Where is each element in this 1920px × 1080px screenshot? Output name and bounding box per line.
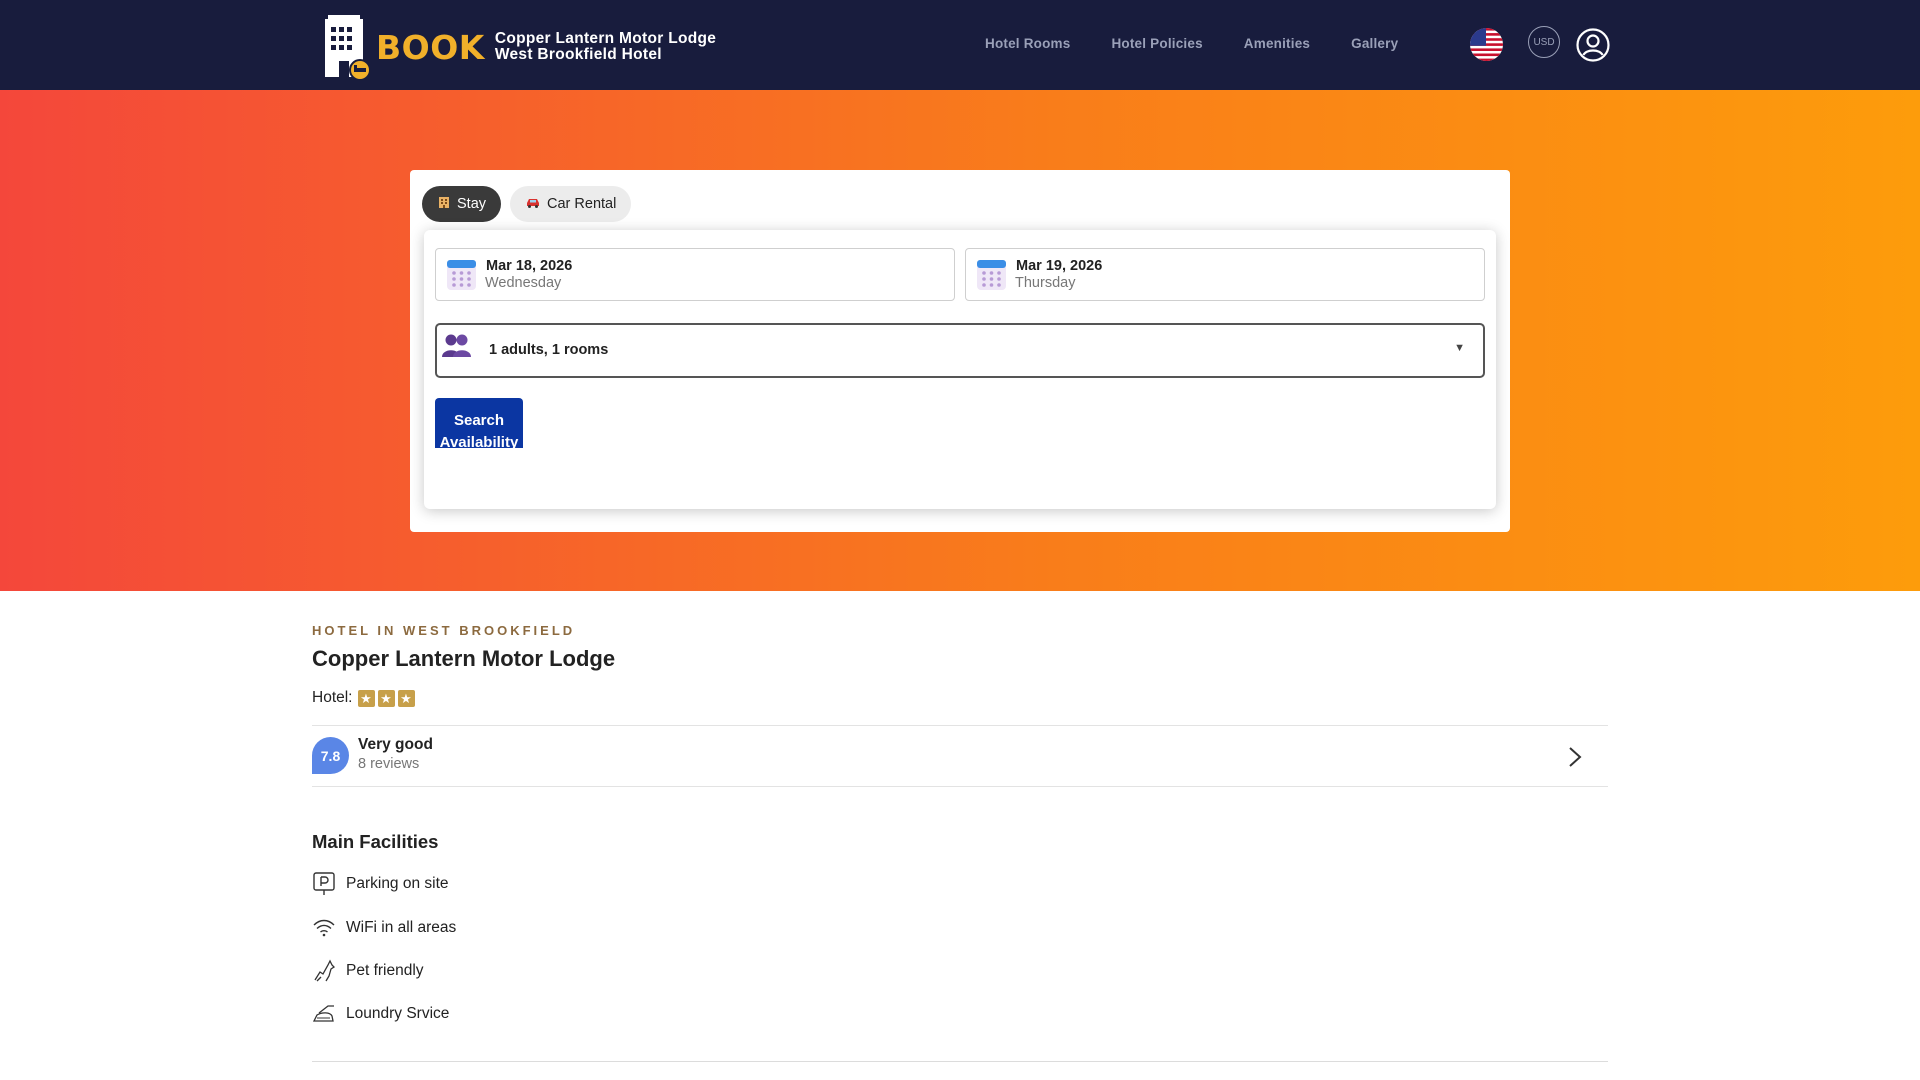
currency-selector[interactable]: USD bbox=[1528, 26, 1560, 58]
tab-stay-label: Stay bbox=[457, 196, 487, 212]
nav-hotel-rooms[interactable]: Hotel Rooms bbox=[985, 36, 1070, 51]
tab-stay[interactable]: Stay bbox=[422, 186, 502, 222]
user-account-icon[interactable] bbox=[1576, 28, 1610, 62]
facility-item: WiFi in all areas bbox=[312, 916, 456, 940]
facility-label: Loundry Srvice bbox=[346, 1005, 450, 1022]
facilities-title: Main Facilities bbox=[312, 831, 439, 852]
facility-label: WiFi in all areas bbox=[346, 919, 457, 936]
pet-icon bbox=[312, 959, 336, 983]
hotel-title: Copper Lantern Motor Lodge bbox=[312, 646, 616, 671]
search-button-line1: Search bbox=[453, 412, 505, 429]
section-divider bbox=[312, 1061, 1608, 1062]
wifi-icon bbox=[312, 916, 336, 940]
header-hotel-name: Copper Lantern Motor Lodge bbox=[494, 30, 717, 47]
review-count: 8 reviews bbox=[358, 756, 420, 772]
search-card: Stay Car Rental Mar 18, 2026 Wednesday M… bbox=[410, 170, 1510, 532]
nav-gallery[interactable]: Gallery bbox=[1351, 36, 1398, 51]
site-header: BOOK Copper Lantern Motor Lodge West Bro… bbox=[0, 0, 1920, 90]
checkout-date: Mar 19, 2026 bbox=[1016, 258, 1103, 274]
review-score-badge: 7.8 bbox=[312, 737, 349, 774]
checkin-weekday: Wednesday bbox=[485, 275, 562, 291]
stars-label: Hotel: bbox=[312, 689, 353, 706]
checkout-weekday: Thursday bbox=[1015, 275, 1076, 291]
header-hotel-subtitle: West Brookfield Hotel bbox=[494, 46, 662, 63]
facility-item: Loundry Srvice bbox=[312, 1002, 449, 1026]
us-flag-icon[interactable] bbox=[1470, 28, 1503, 61]
star-icon: ★ bbox=[377, 689, 395, 707]
brand-hotel-text: Copper Lantern Motor Lodge West Brookfie… bbox=[495, 31, 716, 63]
tab-car-rental[interactable]: Car Rental bbox=[510, 186, 632, 222]
nav-amenities[interactable]: Amenities bbox=[1244, 36, 1310, 51]
main-nav: Hotel Rooms Hotel Policies Amenities Gal… bbox=[985, 36, 1398, 51]
chevron-down-icon: ▼ bbox=[1454, 342, 1465, 354]
calendar-icon bbox=[976, 258, 1007, 291]
facility-label: Pet friendly bbox=[346, 962, 424, 979]
checkin-date: Mar 18, 2026 bbox=[486, 258, 573, 274]
search-button-line2: Availability bbox=[439, 434, 519, 448]
car-icon bbox=[525, 196, 541, 212]
facility-item: Parking on site bbox=[312, 872, 449, 896]
search-tabs: Stay Car Rental bbox=[422, 186, 632, 222]
checkout-date-field[interactable]: Mar 19, 2026 Thursday bbox=[965, 248, 1485, 301]
parking-icon bbox=[312, 872, 336, 896]
search-availability-button[interactable]: Search Availability bbox=[435, 398, 523, 448]
chevron-right-icon[interactable] bbox=[1568, 746, 1582, 768]
brand[interactable]: BOOK Copper Lantern Motor Lodge West Bro… bbox=[322, 12, 716, 82]
reviews-summary[interactable]: 7.8 Very good 8 reviews bbox=[312, 725, 1608, 787]
star-icon: ★ bbox=[397, 689, 415, 707]
tab-car-rental-label: Car Rental bbox=[547, 196, 617, 212]
star-icon: ★ bbox=[357, 689, 375, 707]
hotel-building-icon bbox=[322, 13, 371, 81]
checkin-date-field[interactable]: Mar 18, 2026 Wednesday bbox=[435, 248, 955, 301]
search-form: Mar 18, 2026 Wednesday Mar 19, 2026 Thur… bbox=[424, 230, 1496, 509]
facility-label: Parking on site bbox=[346, 875, 449, 892]
guests-rooms-value: 1 adults, 1 rooms bbox=[489, 342, 609, 358]
guests-icon bbox=[441, 333, 473, 361]
review-score-label: Very good bbox=[358, 736, 433, 753]
laundry-iron-icon bbox=[312, 1002, 336, 1026]
hotel-star-rating: Hotel: ★ ★ ★ bbox=[312, 689, 415, 707]
nav-hotel-policies[interactable]: Hotel Policies bbox=[1111, 36, 1202, 51]
hero-banner: Stay Car Rental Mar 18, 2026 Wednesday M… bbox=[0, 90, 1920, 591]
hotel-location-eyebrow: HOTEL IN WEST BROOKFIELD bbox=[312, 623, 576, 638]
facility-item: Pet friendly bbox=[312, 959, 424, 983]
guests-rooms-select[interactable]: 1 adults, 1 rooms ▼ bbox=[435, 323, 1485, 378]
hotel-icon bbox=[437, 195, 451, 213]
brand-wordmark: BOOK bbox=[376, 27, 485, 67]
calendar-icon bbox=[446, 258, 477, 291]
